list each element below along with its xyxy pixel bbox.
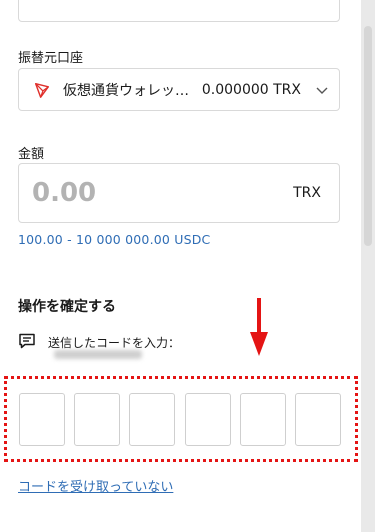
code-digit-3[interactable] xyxy=(129,393,176,446)
send-code-label: 送信したコードを入力： xyxy=(48,336,181,350)
code-digit-4[interactable] xyxy=(184,393,231,446)
tron-icon xyxy=(34,82,50,98)
source-account-label: 振替元口座 xyxy=(18,51,84,66)
confirm-transfer-page: 振替元口座 仮想通貨ウォレッ… 0.000000 TRX 金額 0.00 TRX… xyxy=(0,0,375,532)
code-digit-5[interactable] xyxy=(239,393,286,446)
message-icon xyxy=(19,333,35,349)
wallet-balance: 0.000000 TRX xyxy=(201,81,301,98)
source-account-select[interactable]: 仮想通貨ウォレッ… 0.000000 TRX xyxy=(18,68,340,111)
red-arrow-down xyxy=(250,298,268,356)
amount-currency: TRX xyxy=(293,185,321,201)
previous-field[interactable] xyxy=(18,0,340,22)
amount-input[interactable]: 0.00 TRX xyxy=(18,163,340,223)
resend-code-link[interactable]: コードを受け取っていない xyxy=(18,476,173,495)
amount-value: 0.00 xyxy=(32,178,97,208)
scrollbar-thumb[interactable] xyxy=(364,26,372,246)
code-digit-2[interactable] xyxy=(74,393,121,446)
amount-label: 金額 xyxy=(18,147,45,162)
wallet-name: 仮想通貨ウォレッ… xyxy=(63,82,189,99)
code-digit-1[interactable] xyxy=(19,393,65,446)
confirm-section-title: 操作を確定する xyxy=(18,299,116,315)
chevron-down-icon[interactable] xyxy=(315,83,329,97)
verification-code-inputs xyxy=(19,393,341,446)
amount-range: 100.00 - 10 000 000.00 USDC xyxy=(18,232,211,247)
masked-destination xyxy=(54,350,142,359)
code-digit-6[interactable] xyxy=(294,393,341,446)
